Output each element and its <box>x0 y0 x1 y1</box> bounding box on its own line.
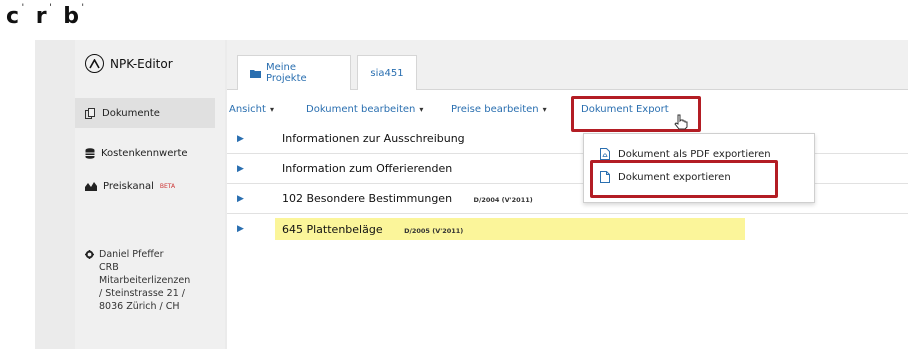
sidebar-item-kostenkennwerte[interactable]: Kostenkennwerte <box>75 138 215 168</box>
row-version-tag: D/2005 (V'2011) <box>404 226 464 235</box>
menu-label: Dokument bearbeiten <box>306 104 416 115</box>
logo-letter-r: r ' <box>35 3 52 29</box>
sidebar-item-dokumente[interactable]: Dokumente <box>75 98 215 128</box>
logo-letter-c: c ' <box>6 3 25 29</box>
expand-arrow-icon[interactable]: ▶ <box>237 164 244 174</box>
folder-icon <box>250 69 261 78</box>
beta-badge: BETA <box>159 182 176 190</box>
user-org: CRB <box>99 262 119 273</box>
chart-icon <box>85 181 97 191</box>
expand-arrow-icon[interactable]: ▶ <box>237 134 244 144</box>
sidebar: NPK-Editor Dokumente Kostenkennwerte Pre… <box>75 40 225 349</box>
row-title: Informationen zur Ausschreibung <box>282 132 465 145</box>
top-bar: c ' r ' b ' <box>0 0 908 40</box>
expand-arrow-icon[interactable]: ▶ <box>237 224 244 234</box>
row-title-text: 102 Besondere Bestimmungen <box>282 192 453 205</box>
app-canvas: NPK-Editor Dokumente Kostenkennwerte Pre… <box>35 40 908 349</box>
app-brand[interactable]: NPK-Editor <box>85 54 173 73</box>
row-title: Information zum Offerierenden <box>282 162 453 175</box>
expand-arrow-icon[interactable]: ▶ <box>237 194 244 204</box>
user-street: / Steinstrasse 21 / <box>99 288 185 299</box>
crb-logo: c ' r ' b ' <box>6 3 88 29</box>
menu-item-label: Dokument als PDF exportieren <box>618 148 771 160</box>
documents-icon <box>85 107 96 119</box>
tab-strip: Meine Projekte sia451 <box>227 40 908 90</box>
row-version-tag: D/2004 (V'2011) <box>473 196 533 204</box>
menu-dokument-bearbeiten[interactable]: Dokument bearbeiten ▾ <box>306 104 423 115</box>
brand-name: NPK-Editor <box>110 56 173 71</box>
menu-item-export-pdf[interactable]: Dokument als PDF exportieren <box>600 148 771 160</box>
caret-down-icon: ▾ <box>542 105 547 114</box>
user-info: Daniel Pfeffer CRB Mitarbeiterlizenzen /… <box>85 248 190 313</box>
tab-label: Meine Projekte <box>266 62 307 84</box>
gear-icon <box>85 248 94 313</box>
sidebar-item-label: Dokumente <box>102 107 160 119</box>
tab-meine-projekte[interactable]: Meine Projekte <box>237 55 351 90</box>
main-panel: Meine Projekte sia451 Ansicht ▾ Dokument… <box>227 40 908 349</box>
pdf-file-icon <box>600 148 610 160</box>
menu-label: Ansicht <box>229 104 266 115</box>
database-icon <box>85 147 95 159</box>
tab-sia451[interactable]: sia451 <box>357 55 417 90</box>
user-license: Mitarbeiterlizenzen <box>99 275 191 286</box>
caret-down-icon: ▾ <box>419 105 424 114</box>
caret-down-icon: ▾ <box>269 105 274 114</box>
row-title: 102 Besondere Bestimmungen D/2004 (V'201… <box>282 192 533 205</box>
menu-ansicht[interactable]: Ansicht ▾ <box>229 104 274 115</box>
list-item-highlighted[interactable]: ▶ 645 Plattenbeläge D/2005 (V'2011) <box>227 214 908 244</box>
npk-logo-icon <box>85 54 104 73</box>
tab-label: sia451 <box>370 67 404 79</box>
sidebar-item-preiskanal[interactable]: Preiskanal BETA <box>75 171 215 201</box>
user-city: 8036 Zürich / CH <box>99 301 180 312</box>
sidebar-item-label: Kostenkennwerte <box>101 147 188 159</box>
user-name: Daniel Pfeffer <box>99 249 164 260</box>
row-title-text: 645 Plattenbeläge <box>282 222 383 236</box>
menu-label: Preise bearbeiten <box>451 104 539 115</box>
logo-letter-b: b ' <box>63 3 84 29</box>
menu-bar: Ansicht ▾ Dokument bearbeiten ▾ Preise b… <box>227 100 908 122</box>
row-title: 645 Plattenbeläge D/2005 (V'2011) <box>282 223 463 236</box>
sidebar-item-label: Preiskanal <box>103 180 154 192</box>
callout-box-export-item <box>590 160 778 198</box>
menu-preise-bearbeiten[interactable]: Preise bearbeiten ▾ <box>451 104 547 115</box>
